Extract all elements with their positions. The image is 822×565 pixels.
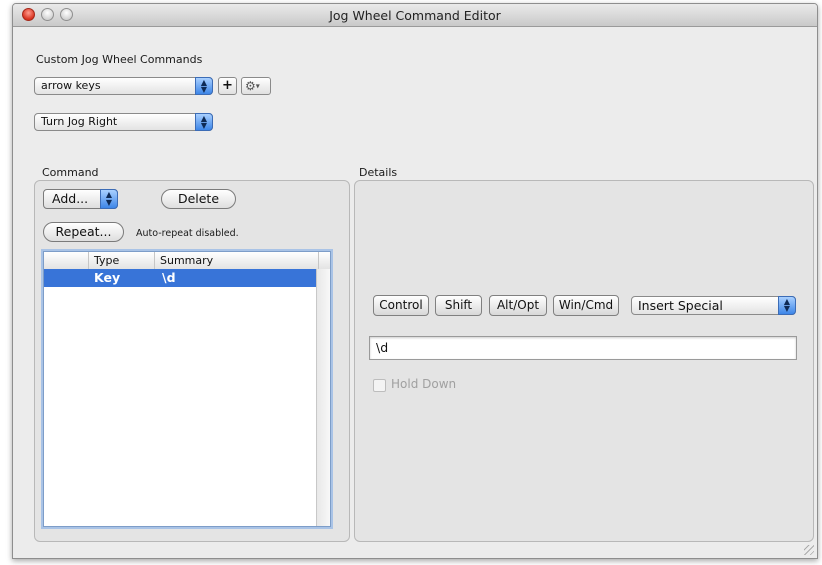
- popup-arrows-icon: ▲ ▼: [195, 113, 213, 131]
- hold-down-checkbox[interactable]: [373, 379, 386, 392]
- table-row[interactable]: Key \d: [44, 269, 317, 287]
- command-set-actions-menu[interactable]: ⚙▾: [241, 77, 271, 95]
- command-set-value: arrow keys: [41, 79, 101, 92]
- hold-down-label: Hold Down: [391, 377, 457, 391]
- delete-command-button[interactable]: Delete: [161, 189, 236, 209]
- command-set-popup[interactable]: arrow keys ▲ ▼: [34, 77, 213, 95]
- insert-special-popup[interactable]: Insert Special ▲ ▼: [631, 296, 796, 315]
- type-column-header[interactable]: Type: [94, 253, 119, 268]
- key-input-field[interactable]: \d: [369, 336, 797, 360]
- table-header: Type Summary: [44, 252, 330, 270]
- custom-commands-heading: Custom Jog Wheel Commands: [36, 53, 203, 66]
- window-title: Jog Wheel Command Editor: [329, 8, 501, 23]
- chevron-down-icon: ▾: [255, 81, 260, 91]
- table-scrollbar[interactable]: [316, 269, 330, 526]
- shift-modifier-button[interactable]: Shift: [435, 295, 482, 316]
- jog-action-popup[interactable]: Turn Jog Right ▲ ▼: [34, 113, 213, 131]
- command-editor-window: Jog Wheel Command Editor Custom Jog Whee…: [12, 3, 818, 559]
- popup-arrows-icon: ▲ ▼: [195, 77, 213, 95]
- jog-action-value: Turn Jog Right: [41, 115, 118, 128]
- add-command-set-button[interactable]: +: [218, 77, 237, 95]
- column-divider: [318, 252, 319, 269]
- popup-arrows-icon: ▲ ▼: [778, 296, 796, 315]
- add-command-label: Add...: [52, 191, 89, 206]
- row-type: Key: [94, 270, 121, 285]
- win-cmd-modifier-button[interactable]: Win/Cmd: [553, 295, 619, 316]
- column-divider: [88, 252, 89, 269]
- resize-grip[interactable]: [804, 545, 814, 555]
- column-divider: [154, 252, 155, 269]
- control-modifier-button[interactable]: Control: [373, 295, 429, 316]
- repeat-status: Auto-repeat disabled.: [136, 228, 239, 239]
- details-group-heading: Details: [359, 166, 398, 179]
- add-command-popup[interactable]: Add... ▲ ▼: [43, 189, 118, 209]
- popup-arrows-icon: ▲ ▼: [100, 189, 118, 209]
- title-bar[interactable]: Jog Wheel Command Editor: [13, 4, 817, 27]
- repeat-button[interactable]: Repeat...: [43, 222, 124, 242]
- alt-opt-modifier-button[interactable]: Alt/Opt: [489, 295, 547, 316]
- row-summary: \d: [162, 270, 176, 285]
- gear-icon: ⚙: [245, 79, 256, 93]
- command-group-heading: Command: [42, 166, 99, 179]
- details-group: [354, 180, 814, 542]
- summary-column-header[interactable]: Summary: [160, 253, 213, 268]
- insert-special-label: Insert Special: [638, 298, 723, 313]
- command-table[interactable]: Type Summary Key \d: [43, 251, 331, 527]
